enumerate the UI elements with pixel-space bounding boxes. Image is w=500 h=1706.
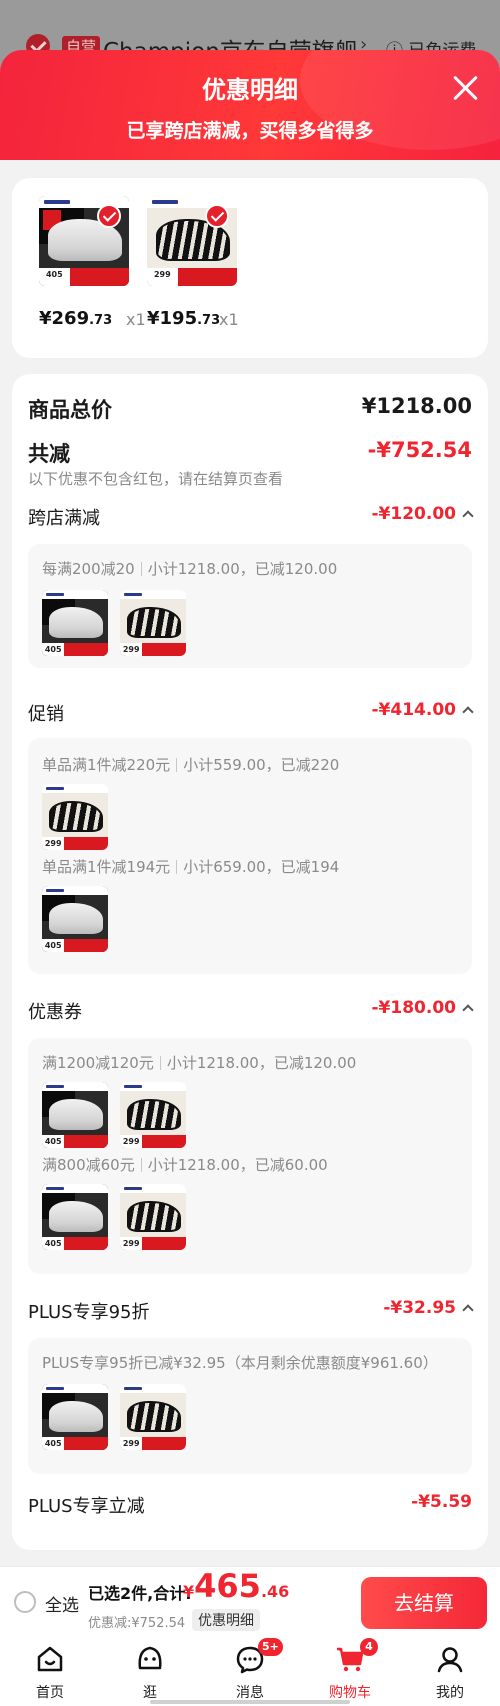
chevron-up-icon[interactable] (462, 706, 474, 718)
product-thumbnail-white: 405 (42, 590, 108, 656)
promotion-value: -¥414.00 (371, 700, 457, 720)
total-price-label: 商品总价 (28, 398, 112, 422)
plus95-box: PLUS专享95折已减¥32.95（本月剩余优惠额度¥961.60） 405 2… (28, 1338, 472, 1474)
chevron-up-icon[interactable] (462, 1304, 474, 1316)
total-reduce-label: 共减 (28, 442, 70, 466)
home-icon (37, 1646, 63, 1672)
product-qty: x1 (126, 310, 146, 329)
cross-store-row[interactable]: 跨店满减 -¥120.00 (28, 504, 474, 530)
product-thumbnail-dark: 299 (120, 1184, 186, 1250)
face-icon (138, 1646, 162, 1670)
coupon-box: 满1200减120元 小计1218.00，已减120.00 405 299 满80… (28, 1038, 472, 1274)
coupon-value: -¥180.00 (371, 998, 457, 1018)
promotion-rule: 单品满1件减194元 (42, 858, 171, 876)
home-indicator (150, 1700, 350, 1704)
total-price-row: 商品总价 ¥1218.00 (28, 394, 472, 424)
tab-browse[interactable]: 逛 (100, 1636, 200, 1706)
product-thumbnail-dark: 299 (42, 784, 108, 850)
plus95-rule: PLUS专享95折已减¥32.95（本月剩余优惠额度¥961.60） (42, 1354, 438, 1372)
message-badge: 5+ (258, 1638, 283, 1656)
promotion-detail: 小计659.00，已减194 (183, 858, 340, 876)
promotion-label: 促销 (28, 704, 64, 725)
reduce-note: 以下优惠不包含红包，请在结算页查看 (28, 470, 284, 488)
product-thumbnail-dark: 299 (120, 1082, 186, 1148)
chevron-up-icon[interactable] (462, 510, 474, 522)
discount-panel-header: 优惠明细 已享跨店满减，买得多省得多 (0, 50, 500, 160)
product-thumbnail-white[interactable]: 405 (39, 196, 129, 286)
total-reduce-value: -¥752.54 (367, 438, 472, 462)
checkout-button[interactable]: 去结算 (361, 1577, 487, 1629)
cross-store-box: 每满200减20 小计1218.00，已减120.00 405 299 (28, 544, 472, 668)
cross-store-value: -¥120.00 (371, 504, 457, 524)
product-card: 405 299 ¥269.73 x1 ¥195.73 x1 (12, 178, 488, 358)
promotion-detail: 小计559.00，已减220 (183, 756, 340, 774)
promotion-rule: 单品满1件减220元 (42, 756, 171, 774)
tab-cart[interactable]: 4 购物车 (300, 1636, 400, 1706)
bottom-tab-bar: 首页 逛 5+ 消息 4 购物车 我的 (0, 1636, 500, 1706)
coupon-row[interactable]: 优惠券 -¥180.00 (28, 998, 474, 1024)
profile-icon (437, 1647, 463, 1673)
promotion-row[interactable]: 促销 -¥414.00 (28, 700, 474, 726)
panel-subtitle: 已享跨店满减，买得多省得多 (126, 120, 374, 142)
plus95-row[interactable]: PLUS专享95折 -¥32.95 (28, 1298, 474, 1324)
checkout-total: ¥465.46 (183, 1567, 290, 1605)
total-price-value: ¥1218.00 (361, 394, 472, 418)
checkout-bar: 全选 已选2件,合计: ¥465.46 优惠减:¥752.54 优惠明细 去结算 (0, 1566, 500, 1636)
product-thumbnail-white: 405 (42, 886, 108, 952)
product-thumbnail-white: 405 (42, 1082, 108, 1148)
cross-store-detail: 小计1218.00，已减120.00 (147, 560, 338, 578)
product-thumbnail-dark[interactable]: 299 (147, 196, 237, 286)
plus95-label: PLUS专享95折 (28, 1302, 150, 1323)
cross-store-rule: 每满200减20 (42, 560, 135, 578)
selected-count-label: 已选2件,合计: (88, 1584, 192, 1603)
coupon-detail: 小计1218.00，已减60.00 (147, 1156, 328, 1174)
product-price: ¥195.73 (147, 308, 221, 329)
product-thumbnail-dark: 299 (120, 590, 186, 656)
discount-amount-label: 优惠减:¥752.54 (88, 1616, 186, 1631)
cart-badge: 4 (360, 1638, 378, 1656)
selected-check-icon (205, 204, 229, 228)
selected-check-icon (97, 204, 121, 228)
product-thumbnail-dark: 299 (120, 1384, 186, 1450)
select-all-radio[interactable] (14, 1591, 36, 1613)
promotion-box: 单品满1件减220元 小计559.00，已减220 299 单品满1件减194元小… (28, 738, 472, 974)
plus-instant-row: PLUS专享立减 -¥5.59 (28, 1492, 472, 1518)
select-all-label[interactable]: 全选 (45, 1591, 79, 1616)
product-price: ¥269.73 (39, 308, 113, 329)
tab-messages[interactable]: 5+ 消息 (200, 1636, 300, 1706)
coupon-detail: 小计1218.00，已减120.00 (166, 1054, 357, 1072)
coupon-label: 优惠券 (28, 1002, 82, 1023)
product-thumbnail-white: 405 (42, 1384, 108, 1450)
cross-store-label: 跨店满减 (28, 508, 100, 529)
total-reduce-row: 共减 -¥752.54 (28, 438, 472, 468)
plus95-value: -¥32.95 (383, 1298, 456, 1318)
discount-detail-button[interactable]: 优惠明细 (192, 1609, 260, 1631)
discount-panel-body: 405 299 ¥269.73 x1 ¥195.73 x1 商品总价 ¥1218… (0, 160, 500, 1566)
tab-home[interactable]: 首页 (0, 1636, 100, 1706)
discount-detail-card: 商品总价 ¥1218.00 共减 -¥752.54 以下优惠不包含红包，请在结算… (12, 374, 488, 1550)
coupon-rule: 满1200减120元 (42, 1054, 154, 1072)
close-icon[interactable] (452, 74, 480, 102)
chevron-up-icon[interactable] (462, 1004, 474, 1016)
plus-instant-label: PLUS专享立减 (28, 1496, 145, 1517)
coupon-rule: 满800减60元 (42, 1156, 135, 1174)
plus-instant-value: -¥5.59 (411, 1492, 472, 1512)
product-thumbnail-white: 405 (42, 1184, 108, 1250)
tab-profile[interactable]: 我的 (400, 1636, 500, 1706)
panel-title: 优惠明细 (202, 76, 298, 104)
product-qty: x1 (219, 310, 239, 329)
